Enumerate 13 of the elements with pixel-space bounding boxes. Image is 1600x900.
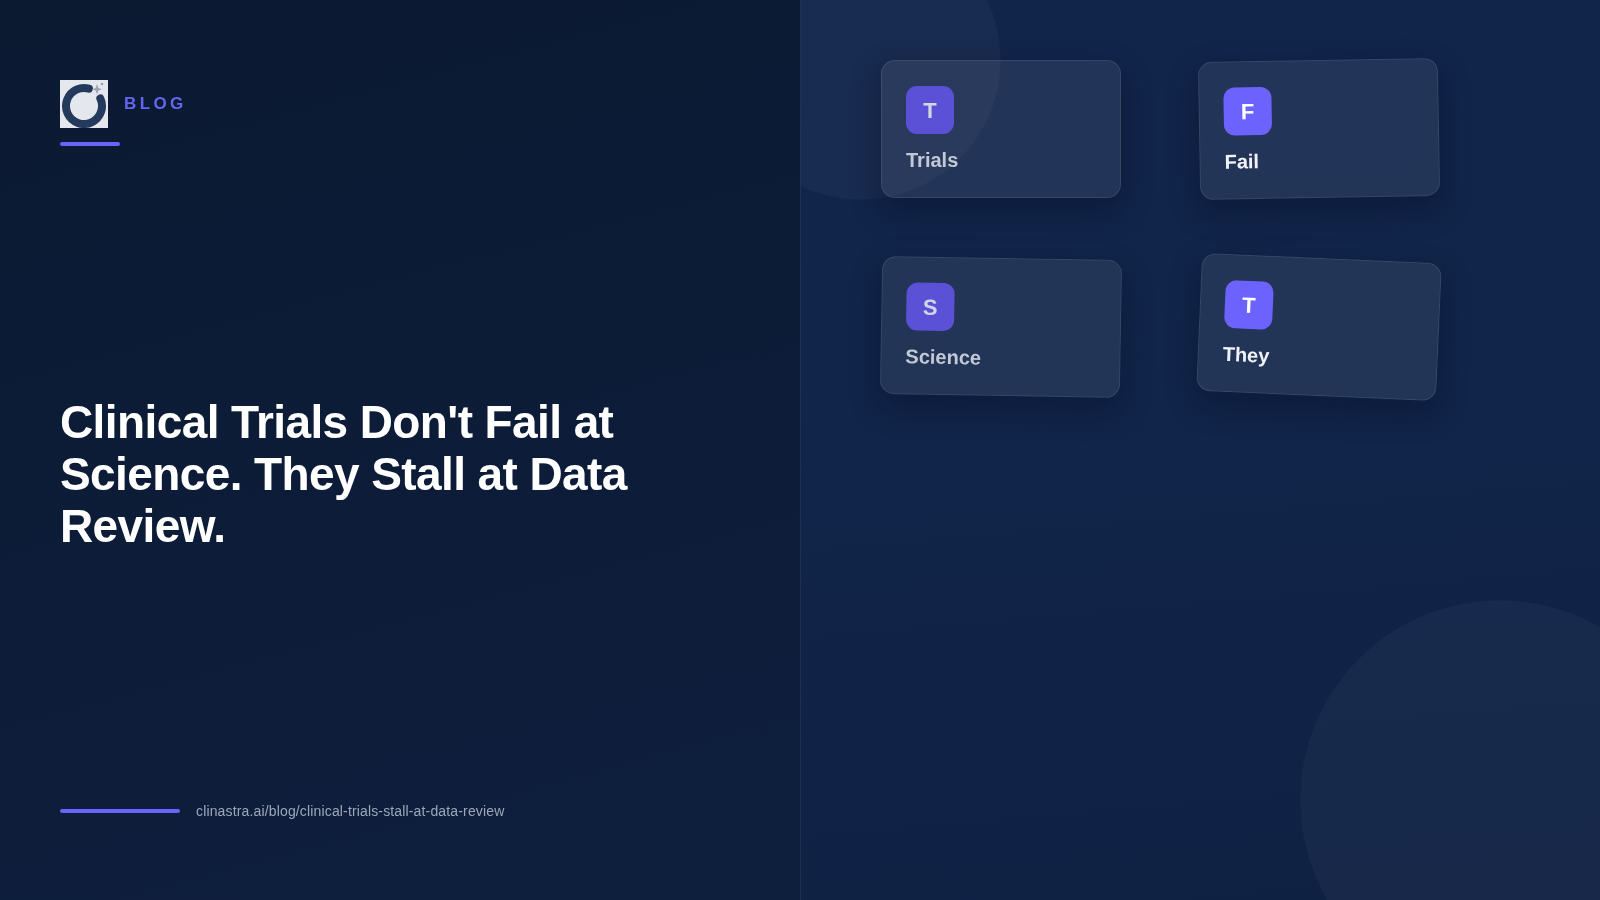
card-label: Fail	[1224, 149, 1260, 174]
letter-tile: F	[1223, 86, 1273, 136]
letter-tile: T	[1223, 279, 1274, 330]
section-label: BLOG	[124, 94, 187, 114]
headline: Clinical Trials Don't Fail at Science. They Stall at Data Review.	[60, 395, 629, 552]
accent-underline	[60, 142, 120, 146]
letter-tile: S	[905, 282, 955, 332]
logo-icon	[60, 80, 108, 128]
card-label: They	[1222, 341, 1270, 368]
letter-tile: T	[906, 86, 954, 134]
card-label: Science	[905, 344, 982, 370]
card-label: Trials	[906, 148, 959, 172]
url-text: clinastra.ai/blog/clinical-trials-stall-at-data-review	[196, 802, 505, 821]
